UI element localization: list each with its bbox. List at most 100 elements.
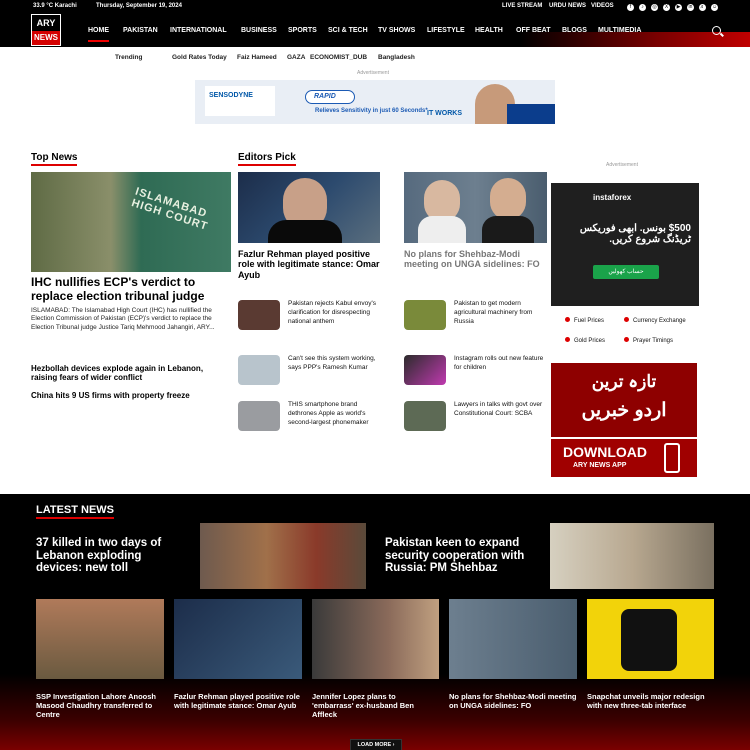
editors-thumb[interactable] — [404, 355, 446, 385]
urdu-news-link[interactable]: URDU NEWS — [549, 3, 586, 9]
editors-list-item[interactable]: Pakistan to get modern agricultural mach… — [454, 300, 548, 326]
latest-big-headline[interactable]: 37 killed in two days of Lebanon explodi… — [36, 537, 186, 575]
latest-card-caption[interactable]: No plans for Shehbaz-Modi meeting on UNG… — [449, 692, 577, 710]
tiktok-alt-icon[interactable]: ♬ — [699, 4, 706, 11]
youtube-icon[interactable]: ▶ — [675, 4, 682, 11]
x-icon[interactable]: X — [663, 4, 670, 11]
nav-multimedia[interactable]: MULTIMEDIA — [598, 27, 641, 34]
top-news-title: Top News — [31, 152, 78, 166]
open-account-button[interactable]: حساب کھولیں — [593, 265, 659, 279]
top-news-excerpt: ISLAMABAD: The Islamabad High Court (IHC… — [31, 307, 215, 331]
live-stream-link[interactable]: LIVE STREAM — [502, 3, 542, 9]
logo-ary: ARY — [32, 15, 60, 31]
court-sign-text: ISLAMABAD HIGH COURT — [129, 185, 210, 234]
instaforex-logo: instaforex — [593, 193, 632, 202]
top-news-headline[interactable]: IHC nullifies ECP's verdict to replace e… — [31, 275, 231, 304]
top-news-more-item[interactable]: China hits 9 US firms with property free… — [31, 391, 226, 400]
editors-thumb[interactable] — [404, 300, 446, 330]
editors-list-item[interactable]: Pakistan rejects Kabul envoy's clarifica… — [288, 300, 382, 326]
gold-prices-link[interactable]: Gold Prices — [565, 337, 605, 344]
instagram-icon[interactable]: ◎ — [651, 4, 658, 11]
trending-item[interactable]: Gold Rates Today — [172, 54, 227, 61]
latest-card-caption[interactable]: Fazlur Rehman played positive role with … — [174, 692, 302, 710]
videos-link[interactable]: VIDEOS — [591, 3, 614, 9]
download-label: DOWNLOAD — [563, 444, 647, 460]
latest-card-image[interactable] — [174, 599, 302, 679]
currency-exchange-link[interactable]: Currency Exchange — [624, 317, 686, 324]
latest-card-caption[interactable]: Jennifer Lopez plans to 'embarrass' ex-h… — [312, 692, 439, 719]
fuel-prices-link[interactable]: Fuel Prices — [565, 317, 604, 324]
latest-big-headline[interactable]: Pakistan keen to expand security coopera… — [385, 537, 540, 575]
latest-big-image[interactable] — [200, 523, 366, 589]
nav-sci-tech[interactable]: SCI & TECH — [328, 27, 368, 34]
editors-list-item[interactable]: THIS smartphone brand dethrones Apple as… — [288, 401, 382, 427]
latest-card-image[interactable] — [587, 599, 714, 679]
latest-news-title: LATEST NEWS — [36, 504, 115, 519]
editors-main-image[interactable] — [238, 172, 380, 243]
ad-tagline: Relieves Sensitivity in just 60 Seconds* — [315, 108, 428, 114]
trending-item[interactable]: Bangladesh — [378, 54, 415, 61]
nav-tv-shows[interactable]: TV SHOWS — [378, 27, 415, 34]
facebook-icon[interactable]: f — [627, 4, 634, 11]
latest-news-section: LATEST NEWS 37 killed in two days of Leb… — [0, 494, 750, 750]
tiktok-icon[interactable]: ♪ — [639, 4, 646, 11]
ad-blue-badge — [507, 104, 555, 124]
trending-item[interactable]: ECONOMIST_DUB — [310, 54, 367, 61]
editors-list-item[interactable]: Instagram rolls out new feature for chil… — [454, 355, 548, 373]
ary-news-logo[interactable]: ARY NEWS — [31, 14, 61, 46]
nav-blogs[interactable]: BLOGS — [562, 27, 587, 34]
prayer-icon — [624, 337, 629, 342]
rapid-logo: RAPID — [314, 93, 336, 100]
nav-off-beat[interactable]: OFF BEAT — [516, 27, 550, 34]
sensodyne-ad-banner[interactable]: SENSODYNE RAPID Relieves Sensitivity in … — [195, 80, 555, 124]
editors-thumb[interactable] — [238, 401, 280, 431]
nav-pakistan[interactable]: PAKISTAN — [123, 27, 158, 34]
nav-sports[interactable]: SPORTS — [288, 27, 317, 34]
editors-thumb[interactable] — [238, 355, 280, 385]
site-header: ARY NEWS 33.9 °C Karachi Thursday, Septe… — [0, 0, 750, 47]
sidebar-ad-label: Advertisement — [606, 162, 638, 168]
search-icon[interactable] — [712, 26, 721, 35]
trending-item[interactable]: Faiz Hameed — [237, 54, 277, 61]
instaforex-ad[interactable]: instaforex $500 بونس. ابھی فوریکس ٹریڈنگ… — [551, 183, 699, 306]
nav-lifestyle[interactable]: LIFESTYLE — [427, 27, 465, 34]
currency-icon — [624, 317, 629, 322]
nav-business[interactable]: BUSINESS — [241, 27, 277, 34]
instaforex-ad-text: $500 بونس. ابھی فوریکس ٹریڈنگ شروع کریں. — [579, 223, 691, 245]
app-label: ARY NEWS APP — [573, 462, 627, 469]
gold-icon — [565, 337, 570, 342]
latest-card-image[interactable] — [449, 599, 577, 679]
load-more-button[interactable]: LOAD MORE › — [350, 739, 402, 750]
fuel-icon — [565, 317, 570, 322]
editors-list-item[interactable]: Lawyers in talks with govt over Constitu… — [454, 401, 548, 419]
snapchat-icon[interactable]: ☺ — [711, 4, 718, 11]
latest-card-caption[interactable]: SSP Investigation Lahore Anoosh Masood C… — [36, 692, 164, 719]
latest-card-image[interactable] — [312, 599, 439, 679]
latest-card-image[interactable] — [36, 599, 164, 679]
nav-home[interactable]: HOME — [88, 27, 109, 42]
top-news-image[interactable]: ISLAMABAD HIGH COURT — [31, 172, 231, 272]
download-app-banner[interactable]: DOWNLOAD ARY NEWS APP — [551, 439, 697, 477]
trending-label: Trending — [115, 54, 143, 61]
editors-thumb[interactable] — [238, 300, 280, 330]
latest-card-caption[interactable]: Snapchat unveils major redesign with new… — [587, 692, 714, 710]
nav-international[interactable]: INTERNATIONAL — [170, 27, 227, 34]
editors-pick-title: Editors Pick — [238, 152, 296, 166]
top-news-more-item[interactable]: Hezbollah devices explode again in Leban… — [31, 364, 226, 382]
editors-thumb[interactable] — [404, 401, 446, 431]
linkedin-icon[interactable]: in — [687, 4, 694, 11]
ad-it-works: IT WORKS — [427, 110, 462, 117]
urdu-line-2: اردو خبریں — [581, 400, 667, 421]
logo-news: NEWS — [34, 33, 58, 42]
editors-second-headline[interactable]: No plans for Shehbaz-Modi meeting on UNG… — [404, 249, 546, 270]
advertisement-label: Advertisement — [357, 70, 389, 76]
weather-readout: 33.9 °C Karachi — [33, 3, 77, 9]
trending-item[interactable]: GAZA — [287, 54, 305, 61]
editors-main-headline[interactable]: Fazlur Rehman played positive role with … — [238, 249, 380, 280]
editors-second-image[interactable] — [404, 172, 547, 243]
urdu-news-banner[interactable]: تازہ ترین اردو خبریں — [551, 363, 697, 437]
editors-list-item[interactable]: Can't see this system working, says PPP'… — [288, 355, 382, 373]
prayer-timings-link[interactable]: Prayer Timings — [624, 337, 673, 344]
nav-health[interactable]: HEALTH — [475, 27, 503, 34]
latest-big-image[interactable] — [550, 523, 714, 589]
